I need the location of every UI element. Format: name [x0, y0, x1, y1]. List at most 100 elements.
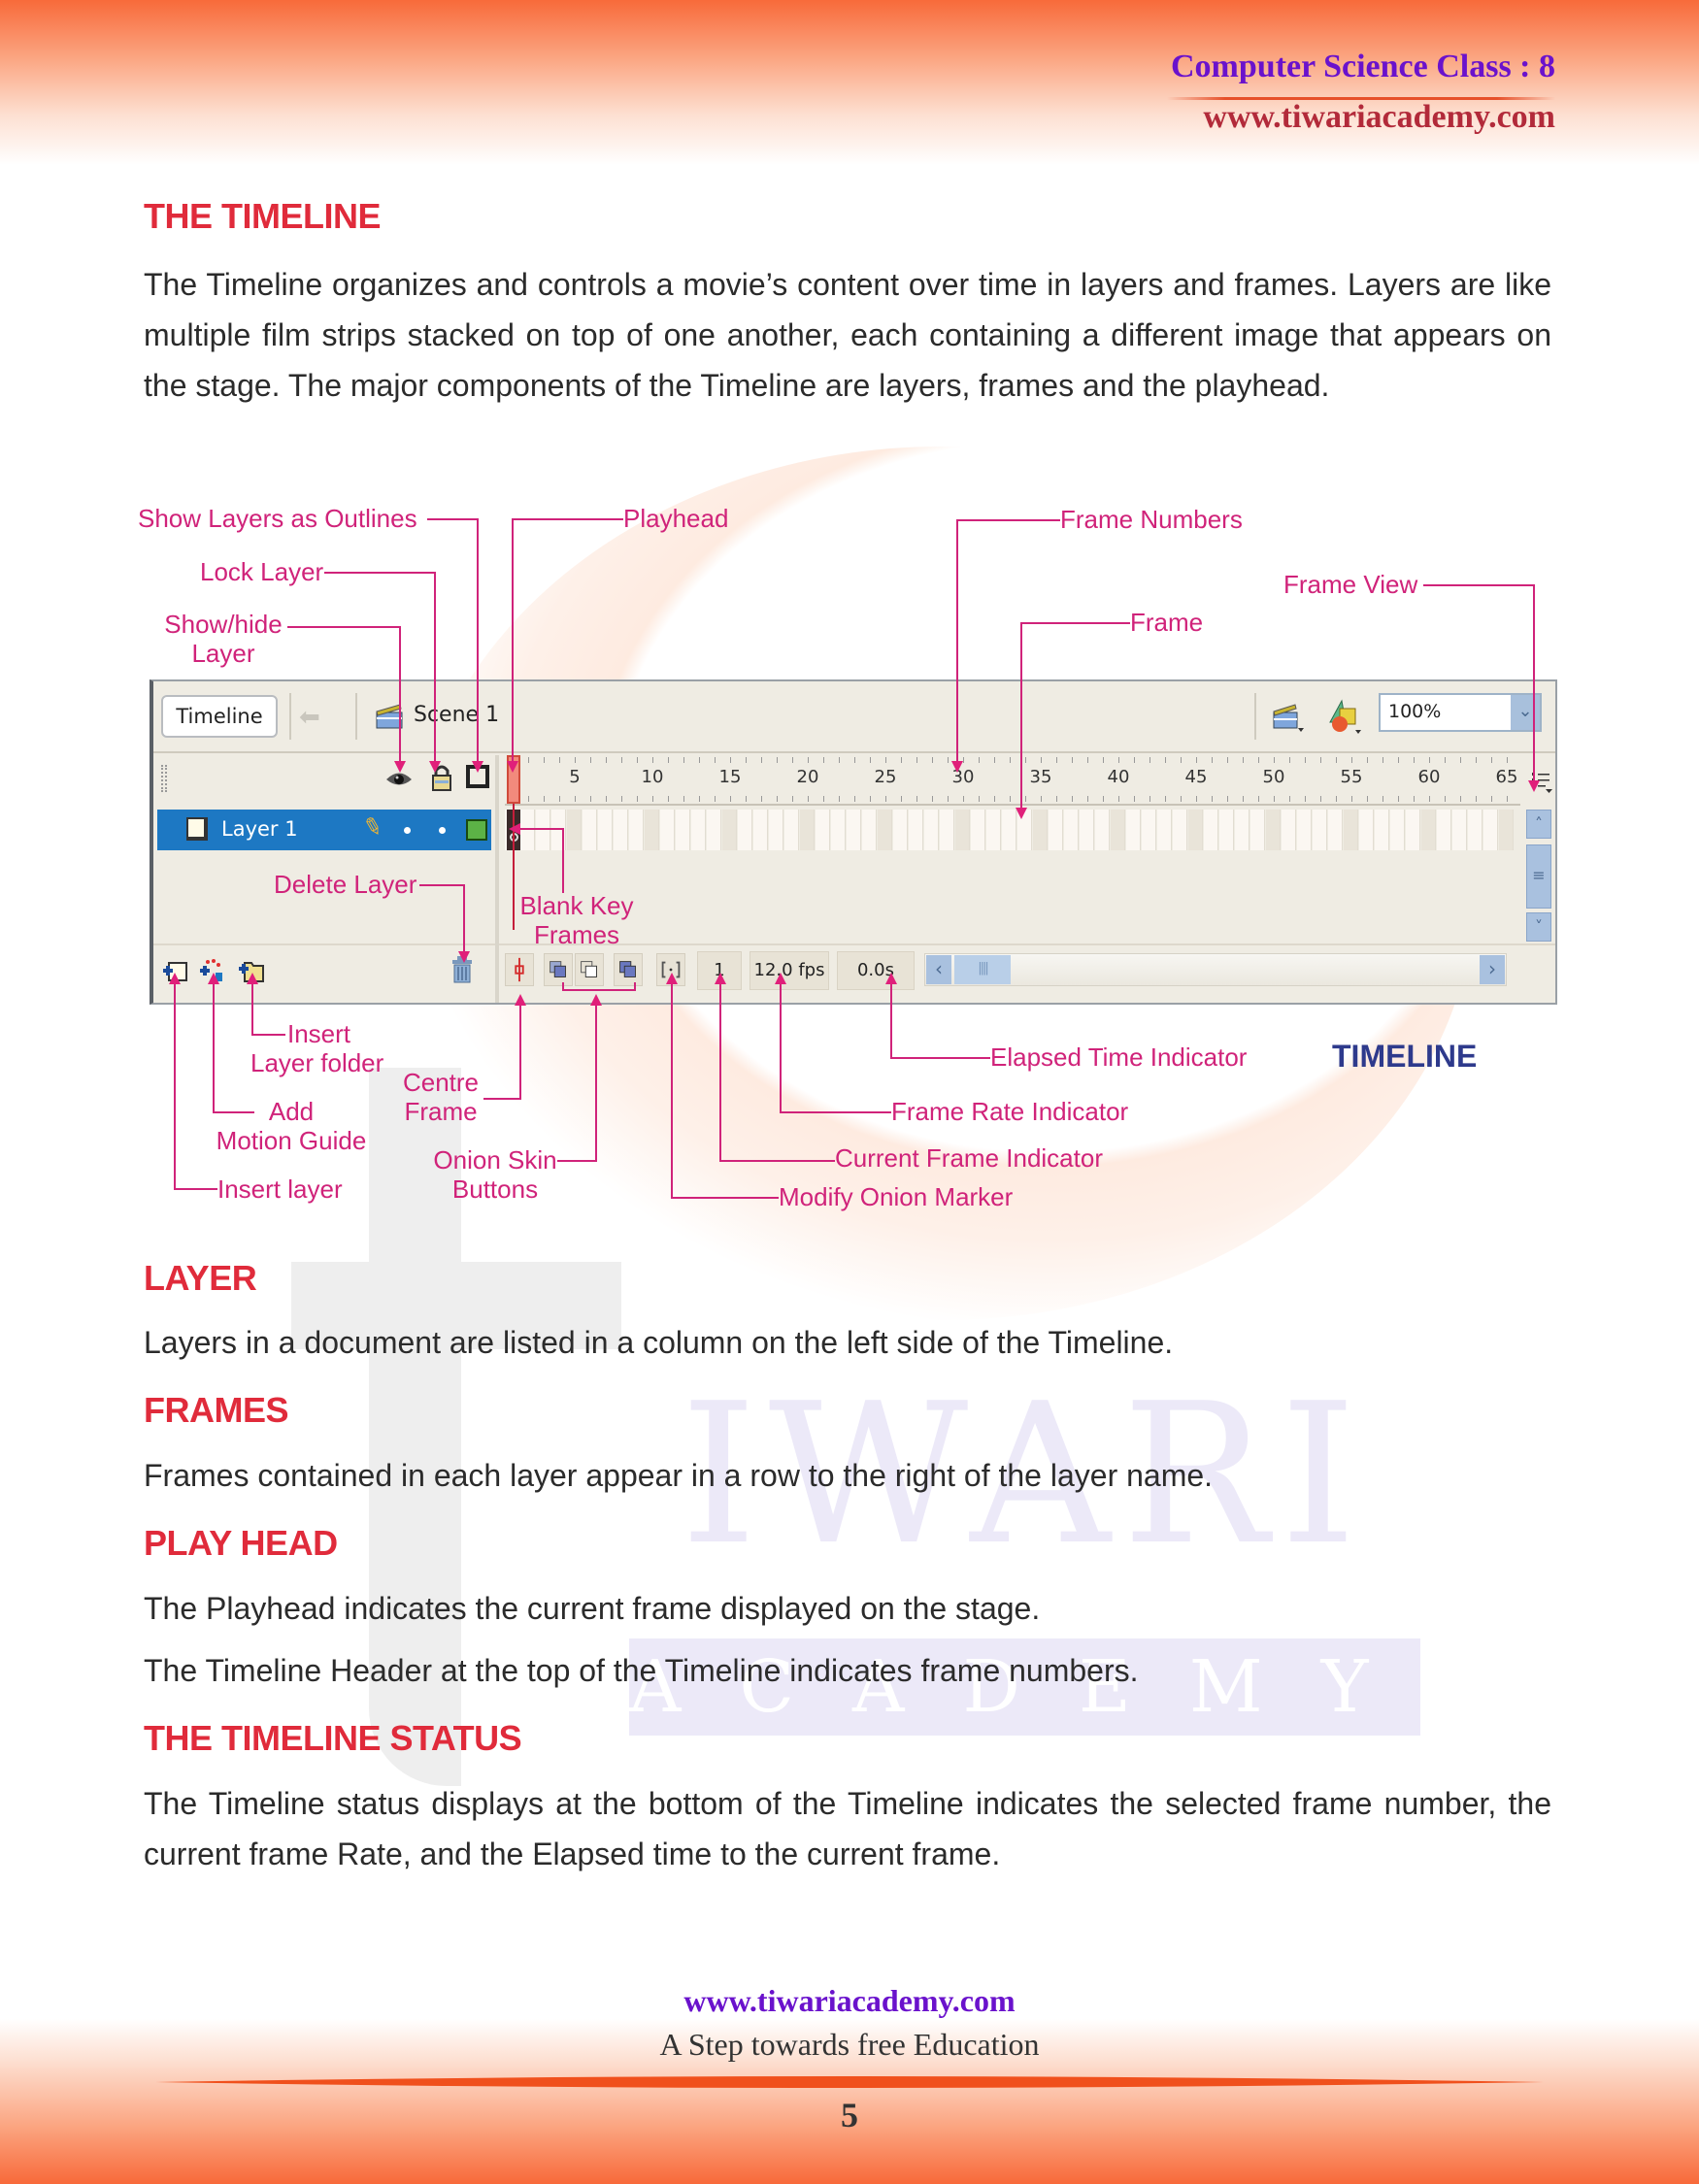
- frame-cell[interactable]: [784, 810, 799, 850]
- frame-cell[interactable]: [629, 810, 644, 850]
- trash-icon[interactable]: [450, 955, 474, 984]
- frame-cell[interactable]: [660, 810, 675, 850]
- frame-cell[interactable]: [722, 810, 737, 850]
- frame-cell[interactable]: [1499, 810, 1514, 850]
- frame-cell[interactable]: [1157, 810, 1172, 850]
- frame-cell[interactable]: [691, 810, 706, 850]
- insert-folder-icon[interactable]: [237, 957, 264, 984]
- frame-cell[interactable]: [862, 810, 877, 850]
- chevron-down-icon[interactable]: ⌄: [1511, 695, 1540, 730]
- scroll-down-icon[interactable]: ˅: [1526, 912, 1551, 942]
- frame-cell[interactable]: [940, 810, 954, 850]
- frame-cell[interactable]: [1204, 810, 1218, 850]
- frame-cell[interactable]: [598, 810, 613, 850]
- frame-cell[interactable]: [1017, 810, 1032, 850]
- frame-cell[interactable]: [1421, 810, 1436, 850]
- scroll-right-icon[interactable]: ›: [1480, 955, 1505, 984]
- frame-cell[interactable]: [520, 810, 535, 850]
- frame-cell[interactable]: [1188, 810, 1203, 850]
- outline-square-icon[interactable]: [466, 765, 489, 788]
- center-frame-button[interactable]: [505, 953, 534, 986]
- frame-cell[interactable]: [1452, 810, 1467, 850]
- frame-cell[interactable]: [955, 810, 970, 850]
- frame-cell[interactable]: [551, 810, 566, 850]
- frame-cell[interactable]: [1266, 810, 1281, 850]
- frame-cell[interactable]: [831, 810, 846, 850]
- frame-cell[interactable]: [1468, 810, 1482, 850]
- frame-cell[interactable]: [738, 810, 752, 850]
- frame-cell[interactable]: [1406, 810, 1420, 850]
- horizontal-scrollbar[interactable]: ‹ |||| ›: [924, 953, 1507, 986]
- frame-cell[interactable]: [753, 810, 768, 850]
- frame-cell[interactable]: [986, 810, 1001, 850]
- lock-icon[interactable]: [431, 763, 452, 792]
- frame-cell[interactable]: [567, 810, 582, 850]
- scroll-thumb[interactable]: ≡: [1526, 844, 1551, 909]
- modify-onion-markers-button[interactable]: [656, 953, 685, 986]
- onion-skin-button[interactable]: [544, 953, 573, 986]
- frame-cell[interactable]: [909, 810, 923, 850]
- grip-handle[interactable]: [161, 765, 167, 792]
- frame-cell[interactable]: [1002, 810, 1016, 850]
- frame-cell[interactable]: [1219, 810, 1234, 850]
- layer-name[interactable]: Layer 1: [221, 817, 298, 841]
- frame-cell[interactable]: [1282, 810, 1296, 850]
- scene-label[interactable]: Scene 1: [414, 703, 499, 727]
- visibility-dot[interactable]: [404, 827, 411, 834]
- frame-rate-indicator[interactable]: 12.0 fps: [750, 951, 829, 990]
- scroll-up-icon[interactable]: ˄: [1526, 810, 1551, 839]
- frame-cell[interactable]: [645, 810, 659, 850]
- edit-multiple-frames-button[interactable]: [614, 953, 643, 986]
- playhead[interactable]: [507, 755, 520, 804]
- frame-cell[interactable]: [1095, 810, 1110, 850]
- frame-cell[interactable]: [583, 810, 597, 850]
- frames-row[interactable]: [505, 810, 1520, 850]
- frame-cell[interactable]: [800, 810, 815, 850]
- frame-cell[interactable]: [1142, 810, 1156, 850]
- frame-cell[interactable]: [536, 810, 550, 850]
- layer-row-selected[interactable]: Layer 1 ✎: [157, 810, 491, 850]
- zoom-dropdown[interactable]: 100% ⌄: [1379, 693, 1542, 732]
- frame-cell[interactable]: [769, 810, 783, 850]
- frame-view-menu-icon[interactable]: [1530, 769, 1553, 794]
- header-website[interactable]: www.tiwariacademy.com: [1203, 99, 1555, 136]
- frame-cell[interactable]: [924, 810, 939, 850]
- timeline-tab[interactable]: Timeline: [161, 695, 278, 738]
- frame-cell[interactable]: [1375, 810, 1389, 850]
- edit-scene-icon[interactable]: [1272, 701, 1305, 734]
- frame-cell[interactable]: [1049, 810, 1063, 850]
- frame-cell[interactable]: [1328, 810, 1343, 850]
- frame-cell[interactable]: [1390, 810, 1405, 850]
- footer-website[interactable]: www.tiwariacademy.com: [0, 1983, 1699, 2019]
- vertical-scrollbar[interactable]: ˄ ≡ ˅: [1522, 808, 1553, 943]
- frame-cell[interactable]: [847, 810, 861, 850]
- onion-skin-outlines-button[interactable]: [575, 953, 604, 986]
- scroll-left-icon[interactable]: ‹: [926, 955, 951, 984]
- back-arrow-icon[interactable]: ⬅: [299, 703, 320, 732]
- horizontal-scroll-thumb[interactable]: ||||: [954, 955, 1011, 984]
- add-motion-guide-icon[interactable]: [198, 957, 225, 984]
- frame-cell[interactable]: [1111, 810, 1125, 850]
- frame-ruler[interactable]: 15101520253035404550556065: [505, 755, 1520, 806]
- edit-symbols-icon[interactable]: [1324, 697, 1363, 736]
- frame-cell[interactable]: [816, 810, 830, 850]
- frame-cell[interactable]: [1297, 810, 1312, 850]
- frame-cell[interactable]: [971, 810, 985, 850]
- frame-cell[interactable]: [1344, 810, 1358, 850]
- frame-cell[interactable]: [1313, 810, 1327, 850]
- frame-cell[interactable]: [1126, 810, 1141, 850]
- frame-cell[interactable]: [1235, 810, 1249, 850]
- frame-cell[interactable]: [893, 810, 908, 850]
- frame-cell[interactable]: [878, 810, 892, 850]
- outline-color-swatch[interactable]: [466, 819, 487, 841]
- frame-cell[interactable]: [1359, 810, 1374, 850]
- frame-cell[interactable]: [1483, 810, 1498, 850]
- frame-cell[interactable]: [1080, 810, 1094, 850]
- frame-cell[interactable]: [614, 810, 628, 850]
- frame-cell[interactable]: [707, 810, 721, 850]
- eye-icon[interactable]: [384, 767, 414, 790]
- frame-cell[interactable]: [1064, 810, 1079, 850]
- frame-cell[interactable]: [1173, 810, 1187, 850]
- frame-cell[interactable]: [1437, 810, 1451, 850]
- frame-cell[interactable]: [1033, 810, 1048, 850]
